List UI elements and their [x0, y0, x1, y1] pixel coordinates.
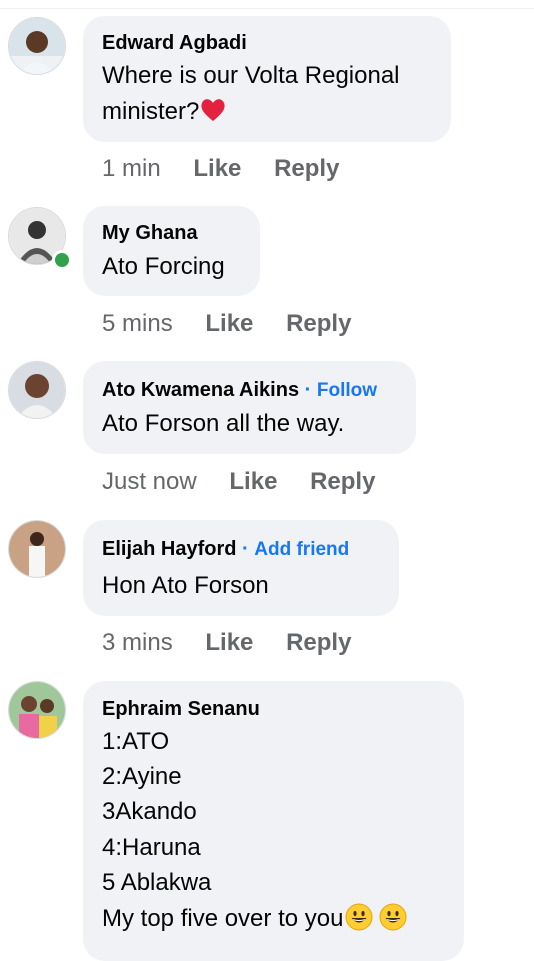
grinning-face-icon	[379, 903, 407, 931]
comment-bubble: My Ghana Ato Forcing	[83, 206, 260, 296]
red-heart-icon	[201, 99, 225, 121]
reply-button[interactable]: Reply	[274, 155, 339, 182]
comment-text-line-2: minister?	[102, 94, 227, 130]
add-friend-button[interactable]: Add friend	[254, 539, 349, 560]
separator-dot: ·	[299, 379, 317, 401]
timestamp[interactable]: 1 min	[102, 155, 161, 182]
comment-bubble: Elijah Hayford · Add friend Hon Ato Fors…	[83, 520, 399, 616]
like-button[interactable]: Like	[193, 155, 241, 182]
comment-text-line-last: My top five over to you	[102, 901, 407, 937]
comment-text-line: 3Akando	[102, 798, 197, 825]
comment-text-line: 4:Haruna	[102, 834, 201, 861]
reply-button[interactable]: Reply	[286, 629, 351, 656]
online-status-indicator	[52, 250, 72, 270]
comment-meta: Just now Like Reply	[102, 468, 375, 496]
top-divider	[0, 0, 534, 9]
follow-button[interactable]: Follow	[317, 380, 377, 401]
like-button[interactable]: Like	[205, 310, 253, 337]
comment-text-line: 5 Ablakwa	[102, 869, 212, 896]
comment-meta: 1 min Like Reply	[102, 155, 339, 183]
timestamp[interactable]: 3 mins	[102, 629, 173, 656]
comment-text-line: 2:Ayine	[102, 763, 182, 790]
comment-text-line: Where is our Volta Regional	[102, 62, 400, 89]
comment-bubble: Edward Agbadi Where is our Volta Regiona…	[83, 16, 451, 142]
comment-text-line: 1:ATO	[102, 728, 170, 755]
comment-text: Ato Forcing	[102, 253, 225, 280]
like-button[interactable]: Like	[205, 629, 253, 656]
like-button[interactable]: Like	[229, 468, 277, 495]
comment-bubble: Ephraim Senanu 1:ATO 2:Ayine 3Akando 4:H…	[83, 681, 464, 961]
avatar[interactable]	[8, 520, 66, 578]
comment-meta: 5 mins Like Reply	[102, 310, 351, 338]
author-name[interactable]: Edward Agbadi	[102, 32, 247, 55]
timestamp[interactable]: Just now	[102, 468, 197, 495]
author-name[interactable]: My Ghana	[102, 222, 198, 245]
avatar[interactable]	[8, 361, 66, 419]
grinning-face-icon	[345, 903, 373, 931]
comment-text: Ato Forson all the way.	[102, 410, 345, 437]
comment-bubble: Ato Kwamena Aikins · Follow Ato Forson a…	[83, 361, 416, 454]
author-name-row: Ato Kwamena Aikins · Follow	[102, 379, 377, 402]
author-name[interactable]: Ato Kwamena Aikins	[102, 379, 299, 401]
comment-meta: 3 mins Like Reply	[102, 629, 351, 657]
reply-button[interactable]: Reply	[286, 310, 351, 337]
author-name[interactable]: Elijah Hayford	[102, 538, 236, 560]
reply-button[interactable]: Reply	[310, 468, 375, 495]
comment-text: Hon Ato Forson	[102, 572, 269, 599]
comment-text: My top five over to you	[102, 905, 344, 932]
avatar[interactable]	[8, 17, 66, 75]
timestamp[interactable]: 5 mins	[102, 310, 173, 337]
author-name[interactable]: Ephraim Senanu	[102, 698, 260, 721]
separator-dot: ·	[236, 538, 255, 560]
comment-text: minister?	[102, 98, 200, 125]
avatar[interactable]	[8, 681, 66, 739]
author-name-row: Elijah Hayford · Add friend	[102, 538, 349, 561]
